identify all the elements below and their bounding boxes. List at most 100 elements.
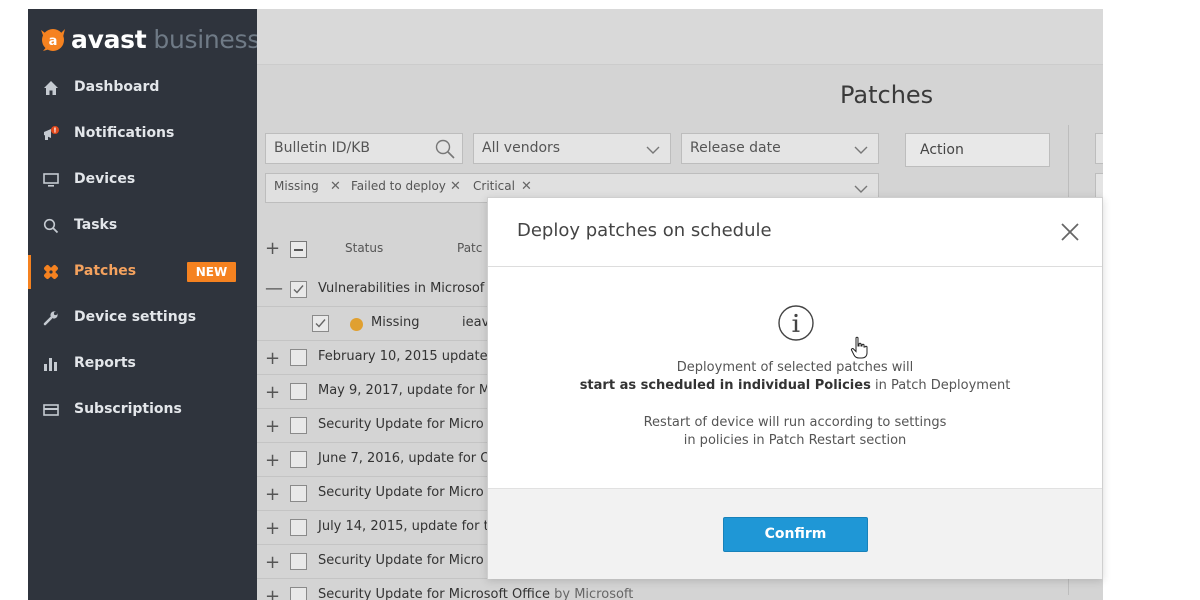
row-title: Security Update for Micro — [318, 485, 484, 500]
row-title: February 10, 2015 update — [318, 349, 488, 364]
sidebar-item-label: Device settings — [74, 309, 197, 325]
close-icon[interactable]: ✕ — [521, 179, 532, 194]
column-header-patch[interactable]: Patc — [457, 241, 482, 255]
search-icon — [434, 138, 456, 164]
expand-all-icon[interactable]: + — [265, 238, 280, 259]
action-button[interactable]: Action — [905, 133, 1050, 167]
megaphone-icon: ! — [42, 125, 60, 143]
row-title: June 7, 2016, update for O — [318, 451, 491, 466]
expand-icon[interactable]: + — [265, 450, 280, 471]
filter-chip-critical: Critical ✕ — [473, 179, 532, 197]
sidebar-item-label: Notifications — [74, 125, 175, 141]
svg-text:a: a — [49, 34, 58, 49]
search-icon — [42, 217, 60, 235]
date-value: Release date — [690, 140, 781, 156]
top-bar — [257, 9, 1103, 65]
collapse-icon[interactable]: — — [265, 278, 283, 299]
home-icon — [42, 79, 60, 97]
row-title: May 9, 2017, update for M — [318, 383, 491, 398]
row-checkbox[interactable] — [290, 349, 307, 366]
row-patch: ieav — [462, 315, 490, 330]
monitor-icon — [42, 171, 60, 189]
sidebar-item-devices[interactable]: Devices — [28, 159, 257, 201]
sidebar: a avast business Dashboard ! Notificatio… — [28, 9, 260, 600]
dialog-message-line1: Deployment of selected patches will — [676, 360, 914, 375]
card-icon — [42, 401, 60, 419]
row-status: Missing — [371, 315, 420, 330]
confirm-button[interactable]: Confirm — [723, 517, 868, 552]
release-date-select[interactable]: Release date — [681, 133, 879, 164]
vendor-select[interactable]: All vendors — [473, 133, 671, 164]
action-label: Action — [920, 142, 964, 158]
column-header-status[interactable]: Status — [345, 241, 383, 255]
dialog-message-line3: Restart of device will run according to … — [643, 415, 947, 430]
row-checkbox[interactable] — [312, 315, 329, 332]
page-title: Patches — [840, 81, 934, 109]
hand-cursor-icon — [850, 336, 868, 364]
dialog-message-line2: start as scheduled in individual Policie… — [579, 378, 1011, 393]
info-icon — [777, 304, 815, 342]
row-checkbox[interactable] — [290, 451, 307, 468]
table-row[interactable]: + Security Update for Microsoft Office b… — [257, 579, 1103, 600]
sidebar-item-label: Dashboard — [74, 79, 160, 95]
chip-label: Failed to deploy — [351, 179, 446, 193]
row-checkbox[interactable] — [290, 383, 307, 400]
row-checkbox[interactable] — [290, 587, 307, 600]
row-checkbox[interactable] — [290, 519, 307, 536]
sidebar-item-notifications[interactable]: ! Notifications — [28, 113, 257, 155]
close-icon[interactable]: ✕ — [330, 179, 341, 194]
chip-label: Critical — [473, 179, 515, 193]
dialog-message-line4: in policies in Patch Restart section — [683, 433, 907, 448]
row-checkbox[interactable] — [290, 553, 307, 570]
row-checkbox[interactable] — [290, 281, 307, 298]
dialog-title: Deploy patches on schedule — [517, 220, 772, 241]
row-checkbox[interactable] — [290, 417, 307, 434]
expand-icon[interactable]: + — [265, 518, 280, 539]
filter-chip-failed: Failed to deploy ✕ — [351, 179, 461, 197]
chevron-down-icon — [854, 143, 868, 159]
row-title: Security Update for Microsoft Office by … — [318, 587, 634, 600]
expand-icon[interactable]: + — [265, 586, 280, 600]
sidebar-item-label: Subscriptions — [74, 401, 182, 417]
search-placeholder: Bulletin ID/KB — [274, 140, 370, 156]
expand-icon[interactable]: + — [265, 416, 280, 437]
expand-icon[interactable]: + — [265, 552, 280, 573]
sidebar-item-label: Devices — [74, 171, 136, 187]
avast-logo-icon: a — [38, 24, 68, 54]
bar-chart-icon — [42, 355, 60, 373]
status-dot-icon — [350, 318, 363, 331]
row-title: July 14, 2015, update for th — [318, 519, 497, 534]
sidebar-item-dashboard[interactable]: Dashboard — [28, 67, 257, 109]
chevron-down-icon — [646, 143, 660, 159]
dialog-header: Deploy patches on schedule — [488, 198, 1102, 267]
brand-suffix: business — [153, 24, 260, 54]
bandage-icon — [42, 263, 60, 281]
dialog-footer: Confirm — [488, 488, 1102, 579]
collapse-all-icon[interactable] — [290, 241, 307, 258]
sidebar-item-reports[interactable]: Reports — [28, 343, 257, 385]
dialog-body: Deployment of selected patches will star… — [488, 268, 1102, 488]
brand-name: avast — [71, 24, 147, 54]
filter-chip-missing: Missing ✕ — [274, 179, 341, 197]
row-title: Security Update for Micro — [318, 417, 484, 432]
sidebar-item-tasks[interactable]: Tasks — [28, 205, 257, 247]
side-control[interactable] — [1095, 133, 1103, 164]
new-badge: NEW — [187, 262, 236, 282]
expand-icon[interactable]: + — [265, 382, 280, 403]
sidebar-item-patches[interactable]: Patches NEW — [28, 251, 257, 293]
deploy-schedule-dialog: Deploy patches on schedule Deployment of… — [487, 197, 1103, 579]
expand-icon[interactable]: + — [265, 484, 280, 505]
logo[interactable]: a avast business — [38, 23, 260, 55]
close-icon[interactable]: ✕ — [450, 179, 461, 194]
sidebar-item-device-settings[interactable]: Device settings — [28, 297, 257, 339]
sidebar-item-label: Tasks — [74, 217, 118, 233]
row-checkbox[interactable] — [290, 485, 307, 502]
close-icon[interactable] — [1058, 220, 1082, 244]
chevron-down-icon — [854, 182, 868, 198]
active-indicator — [28, 255, 31, 289]
expand-icon[interactable]: + — [265, 348, 280, 369]
wrench-icon — [42, 309, 60, 327]
row-title: Vulnerabilities in Microsof — [318, 281, 485, 296]
search-input[interactable]: Bulletin ID/KB — [265, 133, 463, 164]
sidebar-item-subscriptions[interactable]: Subscriptions — [28, 389, 257, 431]
